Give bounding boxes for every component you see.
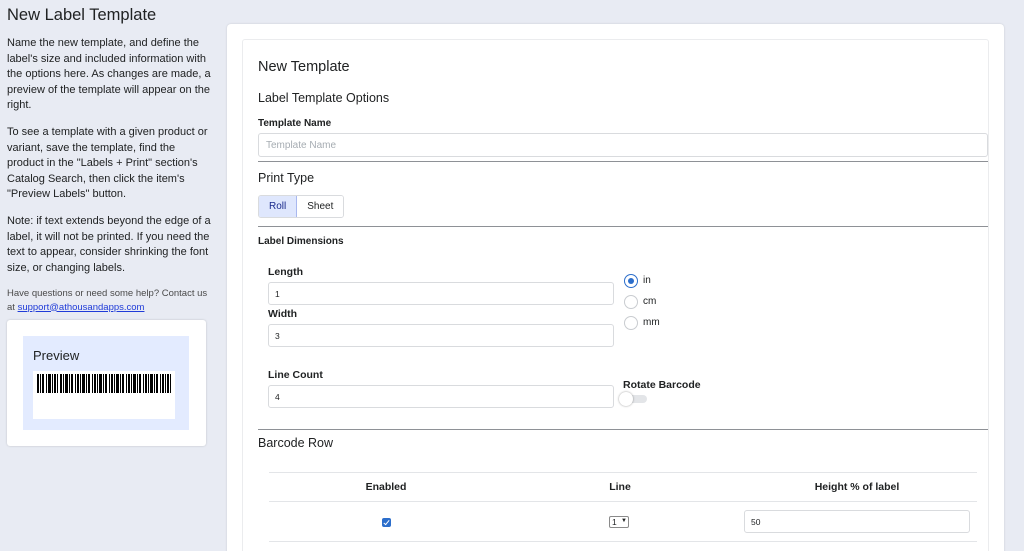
column-header-enabled: Enabled (365, 481, 407, 493)
options-heading: Label Template Options (258, 91, 390, 105)
chevron-down-icon: ▼ (621, 518, 627, 524)
barcode-line-select[interactable]: 1 ▼ (609, 516, 629, 528)
template-name-label: Template Name (258, 118, 332, 129)
unit-cm-label: cm (643, 296, 657, 307)
preview-card: Preview (7, 320, 206, 446)
barcode-enabled-checkbox[interactable] (382, 518, 391, 527)
unit-in-radio[interactable] (624, 274, 638, 288)
divider (258, 429, 988, 430)
width-input[interactable] (268, 324, 614, 347)
divider (258, 161, 988, 162)
print-type-heading: Print Type (258, 171, 315, 185)
how-to-text: To see a template with a given product o… (7, 126, 208, 200)
barcode-height-input[interactable] (744, 510, 970, 533)
label-dimensions-heading: Label Dimensions (258, 236, 344, 247)
unit-cm-radio[interactable] (624, 295, 638, 309)
line-count-input[interactable] (268, 385, 614, 408)
rotate-barcode-label: Rotate Barcode (623, 379, 701, 391)
divider (258, 226, 988, 227)
support-email-link[interactable]: support@athousandapps.com (18, 302, 145, 313)
form-heading: New Template (258, 59, 350, 75)
column-header-line: Line (609, 481, 631, 493)
print-type-roll-button[interactable]: Roll (259, 196, 298, 217)
toggle-knob (619, 392, 633, 406)
unit-mm-radio[interactable] (624, 316, 638, 330)
note-text: Note: if text extends beyond the edge of… (7, 215, 211, 274)
help-text: Have questions or need some help? Contac… (7, 287, 211, 314)
table-border (269, 501, 977, 502)
barcode-line-value: 1 (612, 517, 617, 527)
width-label: Width (268, 308, 298, 320)
template-name-input[interactable] (258, 133, 988, 157)
barcode-image (37, 374, 171, 393)
unit-mm-label: mm (643, 317, 660, 328)
column-header-height: Height % of label (814, 481, 900, 493)
preview-label (33, 371, 175, 419)
length-label: Length (268, 266, 303, 278)
print-type-sheet-button[interactable]: Sheet (297, 196, 344, 217)
intro-text: Name the new template, and define the la… (7, 37, 211, 111)
preview-title: Preview (33, 348, 80, 363)
template-form: New Template Label Template Options Temp… (242, 39, 989, 551)
preview-area: Preview (23, 336, 189, 430)
template-card: New Template Label Template Options Temp… (227, 24, 1004, 551)
length-input[interactable] (268, 282, 614, 305)
rotate-barcode-toggle[interactable] (619, 392, 649, 406)
page-title: New Label Template (7, 6, 157, 24)
table-border (269, 541, 977, 542)
table-border (269, 472, 977, 473)
line-count-label: Line Count (268, 369, 323, 381)
barcode-row-heading: Barcode Row (258, 436, 334, 450)
print-type-toggle: Roll Sheet (258, 195, 345, 218)
unit-in-label: in (643, 275, 651, 286)
sidebar: New Label Template Name the new template… (0, 0, 214, 551)
